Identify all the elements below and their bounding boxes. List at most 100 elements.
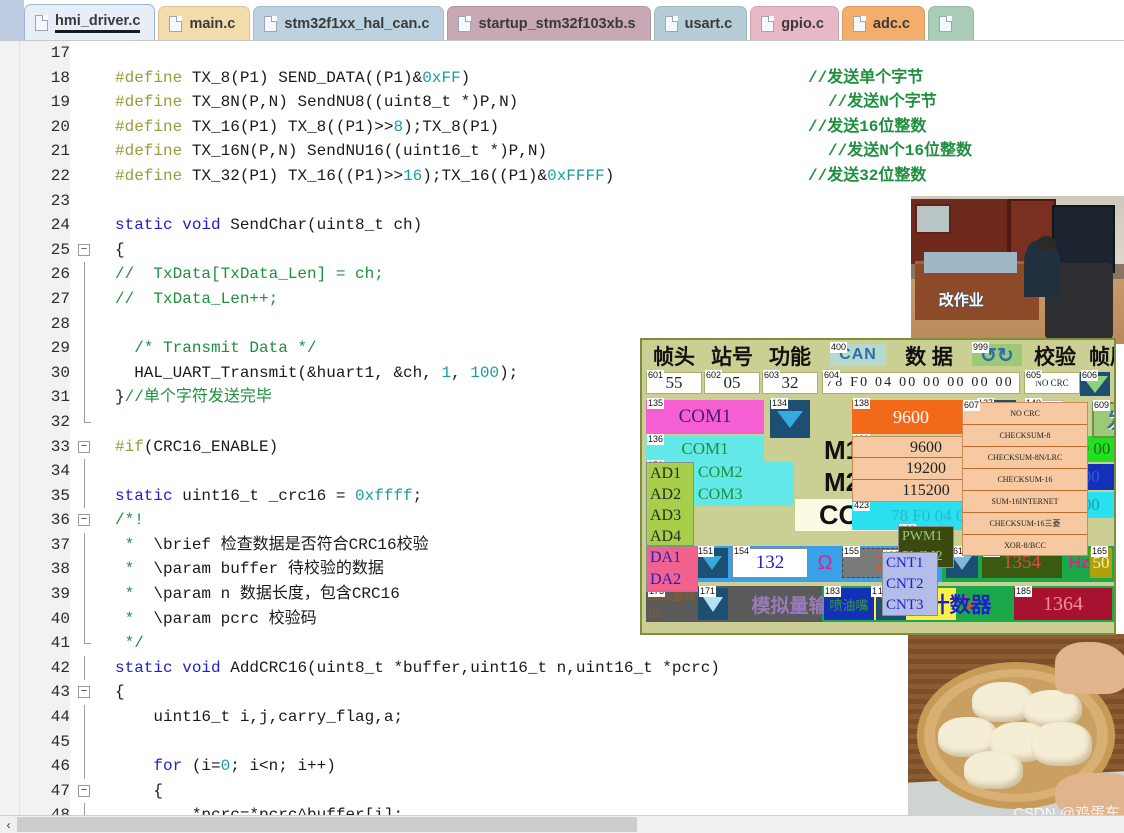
- counter-input-list[interactable]: CNT1 CNT2 CNT3: [882, 552, 938, 616]
- code-text: {: [115, 240, 125, 259]
- hmi-tag-999: 999: [972, 342, 990, 353]
- scrollbar-thumb[interactable]: [17, 817, 637, 832]
- code-line[interactable]: 19 #define TX_8N(P,N) SendNU8((uint8_t *)…: [20, 90, 1124, 115]
- ad-item-2[interactable]: AD2: [647, 484, 693, 505]
- file-icon: [939, 15, 952, 32]
- fold-guide-line: [83, 286, 85, 312]
- cnt-item-2[interactable]: CNT2: [883, 574, 937, 595]
- checksum-option-1[interactable]: CHECKSUM-8: [963, 425, 1087, 447]
- resistance-unit-text: Ω: [817, 551, 833, 574]
- tab-hmi-driver-c[interactable]: hmi_driver.c: [24, 4, 156, 40]
- da-item-1[interactable]: DA1: [647, 547, 697, 569]
- hmi-tag-605: 605: [1025, 370, 1043, 381]
- line-number: 38: [20, 557, 70, 583]
- line-number: 29: [20, 336, 70, 361]
- line-number: 42: [20, 655, 70, 681]
- checksum-option-3[interactable]: CHECKSUM-16: [963, 469, 1087, 491]
- inline-chinese-comment: //发送32位整数: [808, 166, 927, 185]
- analog-input-list[interactable]: AD1 AD2 AD3 AD4: [646, 462, 694, 546]
- fold-guide-line: [83, 483, 85, 509]
- code-line[interactable]: 17: [20, 41, 1124, 66]
- editor-left-margin: [0, 41, 20, 815]
- photo-desk-caption: 改作业: [938, 292, 984, 310]
- ad-item-3[interactable]: AD3: [647, 505, 693, 526]
- code-text: * \param pcrc 校验码: [115, 609, 317, 628]
- code-line[interactable]: 18 #define TX_8(P1) SEND_DATA((P1)&0xFF) /…: [20, 65, 1124, 91]
- ad-item-1[interactable]: AD1: [647, 463, 693, 484]
- code-text: // TxData_Len++;: [115, 289, 279, 308]
- code-text: * \param n 数据长度，包含CRC16: [115, 585, 400, 604]
- code-text: /*!: [115, 511, 144, 530]
- hmi-header-function: 功能: [769, 346, 811, 369]
- file-icon: [264, 15, 278, 32]
- tab-label: main.c: [189, 15, 236, 32]
- code-text: #define TX_8(P1) SEND_DATA((P1)&0xFF): [115, 68, 471, 87]
- fold-guide-line: [83, 705, 85, 730]
- hmi-tag-604: 604: [823, 370, 841, 381]
- bun: [964, 751, 1024, 789]
- port-field-cyan-label: COM1: [681, 439, 729, 458]
- hmi-frame-end-value[interactable]: FF F0 FF: [1114, 372, 1116, 394]
- hmi-tag-151: 151: [697, 546, 715, 557]
- hmi-header-data: 数 据: [905, 346, 953, 369]
- checksum-option-2[interactable]: CHECKSUM-8N/LRC: [963, 447, 1087, 469]
- code-line[interactable]: 22 #define TX_32(P1) TX_16((P1)>>16);TX_1…: [20, 163, 1124, 189]
- hmi-tag-154: 154: [733, 546, 751, 557]
- fold-toggle-icon[interactable]: −: [78, 784, 90, 797]
- hmi-tag-155: 155: [843, 546, 861, 557]
- checksum-option-5[interactable]: CHECKSUM-16三菱: [963, 513, 1087, 535]
- fold-guide-line: [83, 655, 85, 681]
- file-icon: [852, 15, 866, 32]
- hex-row-423-value: 78 F0 04 00: [891, 506, 973, 525]
- tab-label: adc.c: [872, 15, 910, 32]
- line-number: 26: [20, 262, 70, 287]
- fold-toggle-icon[interactable]: −: [78, 440, 90, 453]
- checksum-option-4[interactable]: SUM-16INTERNET: [963, 491, 1087, 513]
- bun: [1030, 722, 1092, 767]
- line-number: 19: [20, 90, 70, 115]
- scroll-left-arrow-icon[interactable]: ‹: [0, 816, 17, 833]
- tab-main-c[interactable]: main.c: [158, 6, 251, 40]
- tab-stm32f1xx-hal-can-c[interactable]: stm32f1xx_hal_can.c: [253, 6, 445, 40]
- tab-usart-c[interactable]: usart.c: [653, 6, 748, 40]
- code-text: /* Transmit Data */: [134, 339, 317, 358]
- fold-toggle-icon[interactable]: −: [78, 686, 90, 699]
- fold-guide-line: [83, 459, 85, 484]
- hmi-data-value[interactable]: 78 F0 04 00 00 00 00 00: [822, 372, 1020, 394]
- line-number: 40: [20, 606, 70, 632]
- line-number: 37: [20, 532, 70, 558]
- tab-startup-stm32f103xb-s[interactable]: startup_stm32f103xb.s: [447, 6, 651, 40]
- pwm-item-1[interactable]: PWM1: [899, 527, 953, 547]
- checksum-dropdown-list[interactable]: NO CRC CHECKSUM-8 CHECKSUM-8N/LRC CHECKS…: [962, 402, 1088, 556]
- hmi-debug-panel-overlay[interactable]: 帧头 站号 功能 CAN 400 数 据 ↺↻ 999 校验 帧尾 55 601…: [640, 338, 1116, 635]
- ad-item-4[interactable]: AD4: [647, 526, 693, 547]
- fold-guide-line: [83, 729, 85, 755]
- tab-extra[interactable]: [928, 6, 974, 40]
- hmi-tag-138: 138: [853, 398, 871, 409]
- da-item-2[interactable]: DA2: [647, 569, 697, 591]
- horizontal-scrollbar[interactable]: ‹: [0, 815, 1124, 833]
- hmi-tag-136: 136: [647, 434, 665, 445]
- fold-guide-line: [83, 754, 85, 779]
- checksum-option-0[interactable]: NO CRC: [963, 403, 1087, 425]
- cnt-item-1[interactable]: CNT1: [883, 553, 937, 574]
- fold-toggle-icon[interactable]: −: [78, 514, 90, 527]
- hmi-tag-400: 400: [830, 342, 848, 353]
- hmi-tag-607: 607: [963, 400, 981, 411]
- code-text: * \brief 检查数据是否符合CRC16校验: [115, 535, 429, 554]
- code-line[interactable]: 21 #define TX_16N(P,N) SendNU16((uint16_t…: [20, 139, 1124, 164]
- tab-adc-c[interactable]: adc.c: [841, 6, 925, 40]
- analog-output-list[interactable]: DA1 DA2: [646, 546, 698, 592]
- tab-gpio-c[interactable]: gpio.c: [750, 6, 839, 40]
- cnt-item-3[interactable]: CNT3: [883, 595, 937, 616]
- code-text: */: [124, 634, 144, 653]
- photo-cabinet-glass: [914, 204, 952, 235]
- code-line[interactable]: 20 #define TX_16(P1) TX_8((P1)>>8);TX_8(P…: [20, 114, 1124, 140]
- line-number: 41: [20, 631, 70, 656]
- checksum-option-6[interactable]: XOR-8/BCC: [963, 535, 1087, 557]
- line-number: 35: [20, 483, 70, 509]
- baudrate-selected-label: 9600: [893, 406, 929, 427]
- line-number: 32: [20, 409, 70, 435]
- tab-label: stm32f1xx_hal_can.c: [284, 15, 430, 32]
- fold-toggle-icon[interactable]: −: [78, 243, 90, 256]
